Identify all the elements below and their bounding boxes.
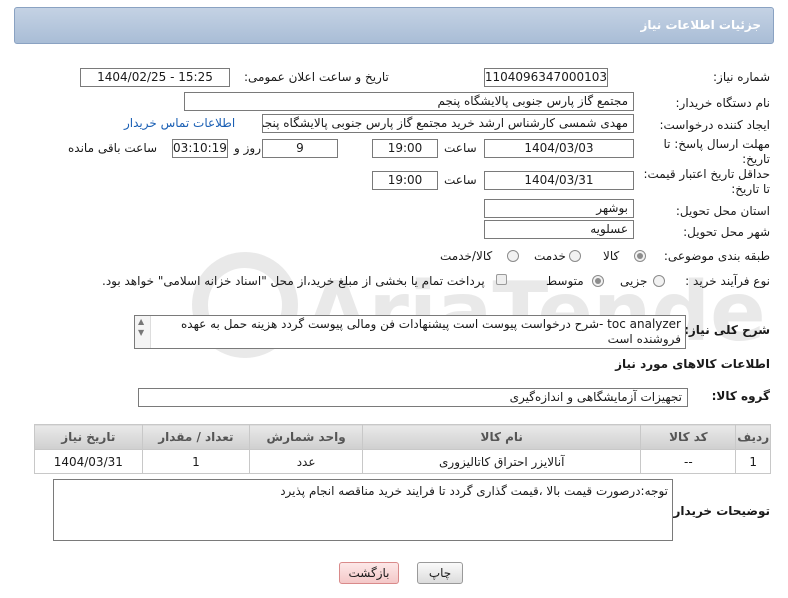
announce-field: 1404/02/25 - 15:25 — [80, 68, 230, 87]
deadline-label: مهلت ارسال پاسخ: تا — [663, 137, 770, 151]
cell-row: 1 — [735, 449, 771, 474]
validity-date-field: 1404/03/31 — [484, 171, 634, 190]
description-scrollbar[interactable]: ▲ ▼ — [135, 316, 151, 348]
creator-label: ایجاد کننده درخواست: — [659, 118, 770, 132]
creator-field: مهدی شمسی کارشناس ارشد خرید مجتمع گاز پا… — [262, 114, 634, 133]
province-field: بوشهر — [484, 199, 634, 218]
category-option-goods-service: کالا/خدمت — [440, 249, 493, 263]
col-row: ردیف — [735, 424, 771, 450]
remaining-label: ساعت باقی مانده — [68, 141, 158, 155]
category-radio-goods[interactable] — [634, 250, 646, 262]
days-label: روز و — [234, 141, 261, 155]
days-field: 9 — [262, 139, 338, 158]
cell-code: -- — [640, 449, 737, 474]
header-panel: جزئیات اطلاعات نیاز — [14, 7, 774, 44]
process-label: نوع فرآیند خرید : — [685, 274, 770, 288]
col-code: کد کالا — [640, 424, 737, 450]
validity-time-label: ساعت — [444, 173, 477, 187]
need-number-field: 1104096347000103 — [484, 68, 608, 87]
col-name: نام کالا — [362, 424, 642, 450]
category-option-service: خدمت — [534, 249, 566, 263]
table-row: 1 -- آنالایزر احتراق کاتالیزوری عدد 1 14… — [34, 449, 771, 474]
deadline-time-field: 19:00 — [372, 139, 438, 158]
description-label: شرح کلی نیاز: — [684, 323, 770, 337]
treasury-payment-checkbox[interactable] — [496, 274, 507, 285]
goods-group-label: گروه کالا: — [711, 389, 770, 403]
buyer-notes-label: توضیحات خریدار: — [668, 504, 770, 518]
buyer-org-field: مجتمع گاز پارس جنوبی پالایشگاه پنجم — [184, 92, 634, 111]
cell-unit: عدد — [249, 449, 364, 474]
validity-label-date: تا تاریخ: — [731, 182, 770, 196]
print-button[interactable]: چاپ — [417, 562, 463, 584]
cell-date: 1404/03/31 — [34, 449, 143, 474]
goods-table-header: ردیف کد کالا نام کالا واحد شمارش تعداد /… — [34, 424, 771, 450]
validity-time-field: 19:00 — [372, 171, 438, 190]
process-radio-minor[interactable] — [653, 275, 665, 287]
goods-section-title: اطلاعات کالاهای مورد نیاز — [615, 357, 770, 371]
process-option-medium: متوسط — [546, 274, 584, 288]
cell-qty: 1 — [141, 449, 251, 474]
province-label: استان محل تحویل: — [675, 204, 770, 218]
buyer-notes-text: توجه:درصورت قیمت بالا ،قیمت گذاری گردد ت… — [280, 484, 668, 498]
city-field: عسلویه — [484, 220, 634, 239]
category-radio-service[interactable] — [569, 250, 581, 262]
remaining-time-field: 03:10:19 — [172, 139, 228, 158]
category-option-goods: کالا — [603, 249, 620, 263]
validity-label: حداقل تاریخ اعتبار قیمت: — [643, 167, 770, 181]
buyer-org-label: نام دستگاه خریدار: — [675, 96, 771, 110]
description-text: toc analyzer -شرح درخواست پیوست است پیشن… — [181, 317, 681, 346]
back-button[interactable]: بازگشت — [339, 562, 399, 584]
city-label: شهر محل تحویل: — [683, 225, 770, 239]
page-title: جزئیات اطلاعات نیاز — [640, 18, 761, 32]
need-number-label: شماره نیاز: — [713, 70, 770, 84]
col-qty: تعداد / مقدار — [141, 424, 251, 450]
goods-group-field: تجهیزات آزمایشگاهی و اندازه‌گیری — [138, 388, 688, 407]
scroll-down-icon[interactable]: ▼ — [138, 328, 144, 337]
announce-label: تاریخ و ساعت اعلان عمومی: — [244, 70, 389, 84]
category-label: طبقه بندی موضوعی: — [663, 249, 770, 263]
description-textarea[interactable]: ▲ ▼ toc analyzer -شرح درخواست پیوست است … — [134, 315, 686, 349]
buyer-notes-field: توجه:درصورت قیمت بالا ،قیمت گذاری گردد ت… — [53, 479, 673, 541]
scroll-up-icon[interactable]: ▲ — [138, 317, 144, 326]
deadline-label-date: تاریخ: — [742, 152, 770, 166]
goods-table: ردیف کد کالا نام کالا واحد شمارش تعداد /… — [34, 424, 771, 474]
col-date: تاریخ نیاز — [34, 424, 143, 450]
process-radio-medium[interactable] — [592, 275, 604, 287]
treasury-payment-note: پرداخت تمام یا بخشی از مبلغ خرید،از محل … — [102, 274, 485, 288]
deadline-time-label: ساعت — [444, 141, 477, 155]
cell-name: آنالایزر احتراق کاتالیزوری — [362, 449, 642, 474]
process-option-minor: جزیی — [620, 274, 648, 288]
category-radio-goods-service[interactable] — [507, 250, 519, 262]
buyer-contact-link[interactable]: اطلاعات تماس خریدار — [124, 116, 235, 130]
deadline-date-field: 1404/03/03 — [484, 139, 634, 158]
col-unit: واحد شمارش — [249, 424, 364, 450]
